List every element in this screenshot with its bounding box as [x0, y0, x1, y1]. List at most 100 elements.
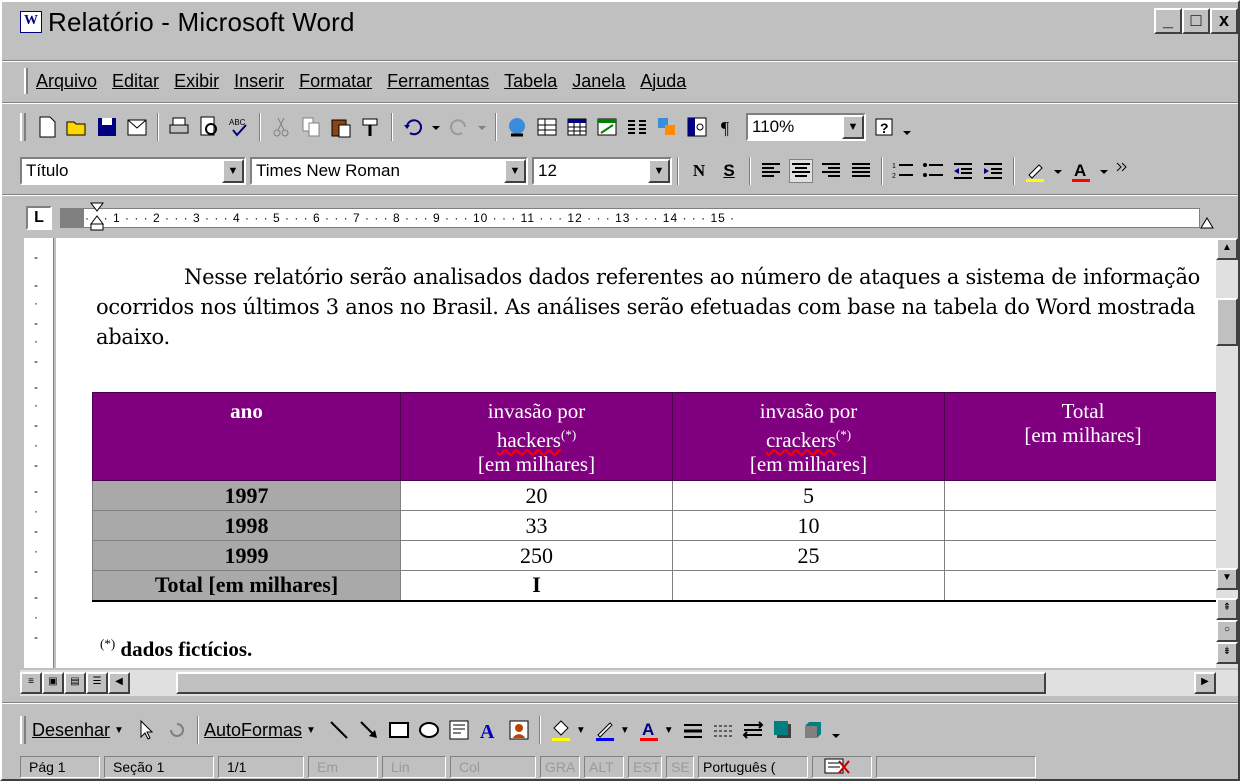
chevron-down-icon[interactable]: ▼: [620, 725, 630, 736]
insert-excel-icon[interactable]: [595, 115, 619, 139]
new-document-icon[interactable]: [35, 115, 59, 139]
close-button[interactable]: x: [1210, 8, 1238, 34]
numbering-icon[interactable]: 12: [891, 159, 915, 183]
scroll-left-icon[interactable]: ◀: [108, 672, 130, 694]
header-total[interactable]: Total [em milhares]: [944, 392, 1216, 481]
outline-view-icon[interactable]: ☰: [86, 672, 108, 694]
cell-total[interactable]: [944, 510, 1216, 541]
menu-ajuda[interactable]: Ajuda: [640, 71, 686, 92]
vertical-scrollbar[interactable]: ▲ ▼ ⇞ ○ ⇟: [1216, 238, 1238, 668]
menu-ferramentas[interactable]: Ferramentas: [387, 71, 489, 92]
header-hackers[interactable]: invasão por hackers(*) [em milhares]: [400, 392, 673, 481]
shadow-icon[interactable]: [771, 718, 795, 742]
cell-year[interactable]: 1999: [92, 540, 401, 571]
cell-crackers[interactable]: 5: [672, 480, 945, 511]
toolbar-grip[interactable]: [20, 113, 26, 141]
menubar-grip[interactable]: [24, 68, 28, 94]
clip-art-icon[interactable]: [507, 718, 531, 742]
highlight-icon[interactable]: [1023, 159, 1047, 183]
cell-hackers[interactable]: 33: [400, 510, 673, 541]
select-objects-icon[interactable]: [135, 718, 159, 742]
horizontal-scrollbar[interactable]: ≡ ▣ ▤ ☰ ◀ ▶: [20, 670, 1238, 696]
paragraph-marks-icon[interactable]: ¶: [715, 115, 739, 139]
status-page[interactable]: Pág 1: [20, 756, 100, 778]
highlight-dropdown-icon[interactable]: [1053, 159, 1063, 183]
status-column[interactable]: Col: [450, 756, 536, 778]
arrow-icon[interactable]: [357, 718, 381, 742]
header-ano[interactable]: ano: [92, 392, 401, 481]
menu-janela[interactable]: Janela: [572, 71, 625, 92]
scroll-down-icon[interactable]: ▼: [1216, 568, 1238, 590]
vertical-ruler[interactable]: - - · - · - - · - · - - · - · - - · -: [24, 238, 54, 668]
cell-crackers[interactable]: 25: [672, 540, 945, 571]
print-layout-icon[interactable]: ▤: [64, 672, 86, 694]
paste-icon[interactable]: [329, 115, 353, 139]
cell-total-label[interactable]: Total [em milhares]: [92, 570, 401, 602]
web-layout-icon[interactable]: ▣: [42, 672, 64, 694]
chevron-down-icon[interactable]: ▼: [504, 159, 526, 183]
rectangle-icon[interactable]: [387, 718, 411, 742]
scroll-up-icon[interactable]: ▲: [1216, 238, 1238, 260]
cell-hackers-total[interactable]: I: [400, 570, 673, 602]
drawing-icon[interactable]: [655, 115, 679, 139]
normal-view-icon[interactable]: ≡: [20, 672, 42, 694]
free-rotate-icon[interactable]: [165, 718, 189, 742]
bold-button[interactable]: N: [687, 159, 711, 183]
chevron-down-icon[interactable]: ▼: [648, 159, 670, 183]
zoom-select[interactable]: 110% ▼: [746, 113, 866, 141]
cell-total[interactable]: [944, 540, 1216, 571]
decrease-indent-icon[interactable]: [951, 159, 975, 183]
indent-marker-icon[interactable]: [90, 202, 104, 237]
next-page-icon[interactable]: ⇟: [1216, 642, 1238, 664]
word-app-icon[interactable]: [20, 11, 42, 33]
footnote[interactable]: (*) dados fictícios.: [100, 636, 252, 662]
toolbar-options-icon[interactable]: [902, 115, 912, 139]
font-size-select[interactable]: 12 ▼: [532, 157, 672, 185]
menu-arquivo[interactable]: Arquivo: [36, 71, 97, 92]
save-icon[interactable]: [95, 115, 119, 139]
line-color-icon[interactable]: [593, 718, 617, 742]
redo-icon[interactable]: [447, 115, 471, 139]
toolbar-grip[interactable]: [20, 716, 26, 744]
menu-formatar[interactable]: Formatar: [299, 71, 372, 92]
menu-tabela[interactable]: Tabela: [504, 71, 557, 92]
dash-style-icon[interactable]: [711, 718, 735, 742]
menu-inserir[interactable]: Inserir: [234, 71, 284, 92]
tables-borders-icon[interactable]: [535, 115, 559, 139]
undo-icon[interactable]: [401, 115, 425, 139]
horizontal-ruler[interactable]: L · · · 1 · · · 2 · · · 3 · · · 4 · · · …: [20, 200, 1238, 236]
oval-icon[interactable]: [417, 718, 441, 742]
cell-year[interactable]: 1998: [92, 510, 401, 541]
minimize-button[interactable]: _: [1154, 8, 1182, 34]
chevron-down-icon[interactable]: ▼: [664, 725, 674, 736]
cell-grand-total[interactable]: [944, 570, 1216, 602]
fill-color-icon[interactable]: [549, 718, 573, 742]
cell-hackers[interactable]: 20: [400, 480, 673, 511]
header-crackers[interactable]: invasão por crackers(*) [em milhares]: [672, 392, 945, 481]
redo-dropdown-icon[interactable]: [477, 115, 487, 139]
document-page[interactable]: Nesse relatório serão analisados dados r…: [56, 238, 1216, 668]
status-extend[interactable]: EST: [628, 756, 662, 778]
columns-icon[interactable]: [625, 115, 649, 139]
previous-page-icon[interactable]: ⇞: [1216, 598, 1238, 620]
cut-icon[interactable]: [269, 115, 293, 139]
align-right-icon[interactable]: [819, 159, 843, 183]
tab-selector[interactable]: L: [26, 206, 52, 230]
vertical-scroll-thumb[interactable]: [1216, 298, 1238, 346]
print-icon[interactable]: [167, 115, 191, 139]
spelling-icon[interactable]: ABC: [227, 115, 251, 139]
right-indent-marker-icon[interactable]: [1200, 216, 1214, 235]
status-overtype[interactable]: SE: [666, 756, 694, 778]
cell-total[interactable]: [944, 480, 1216, 511]
status-line[interactable]: Lin: [382, 756, 446, 778]
status-at[interactable]: Em: [308, 756, 378, 778]
menu-editar[interactable]: Editar: [112, 71, 159, 92]
chevron-down-icon[interactable]: ▼: [114, 725, 124, 736]
line-icon[interactable]: [327, 718, 351, 742]
undo-dropdown-icon[interactable]: [431, 115, 441, 139]
open-folder-icon[interactable]: [65, 115, 89, 139]
font-color-dropdown-icon[interactable]: [1099, 159, 1109, 183]
hyperlink-icon[interactable]: [505, 115, 529, 139]
cell-crackers-total[interactable]: [672, 570, 945, 602]
draw-menu[interactable]: Desenhar: [32, 720, 110, 741]
